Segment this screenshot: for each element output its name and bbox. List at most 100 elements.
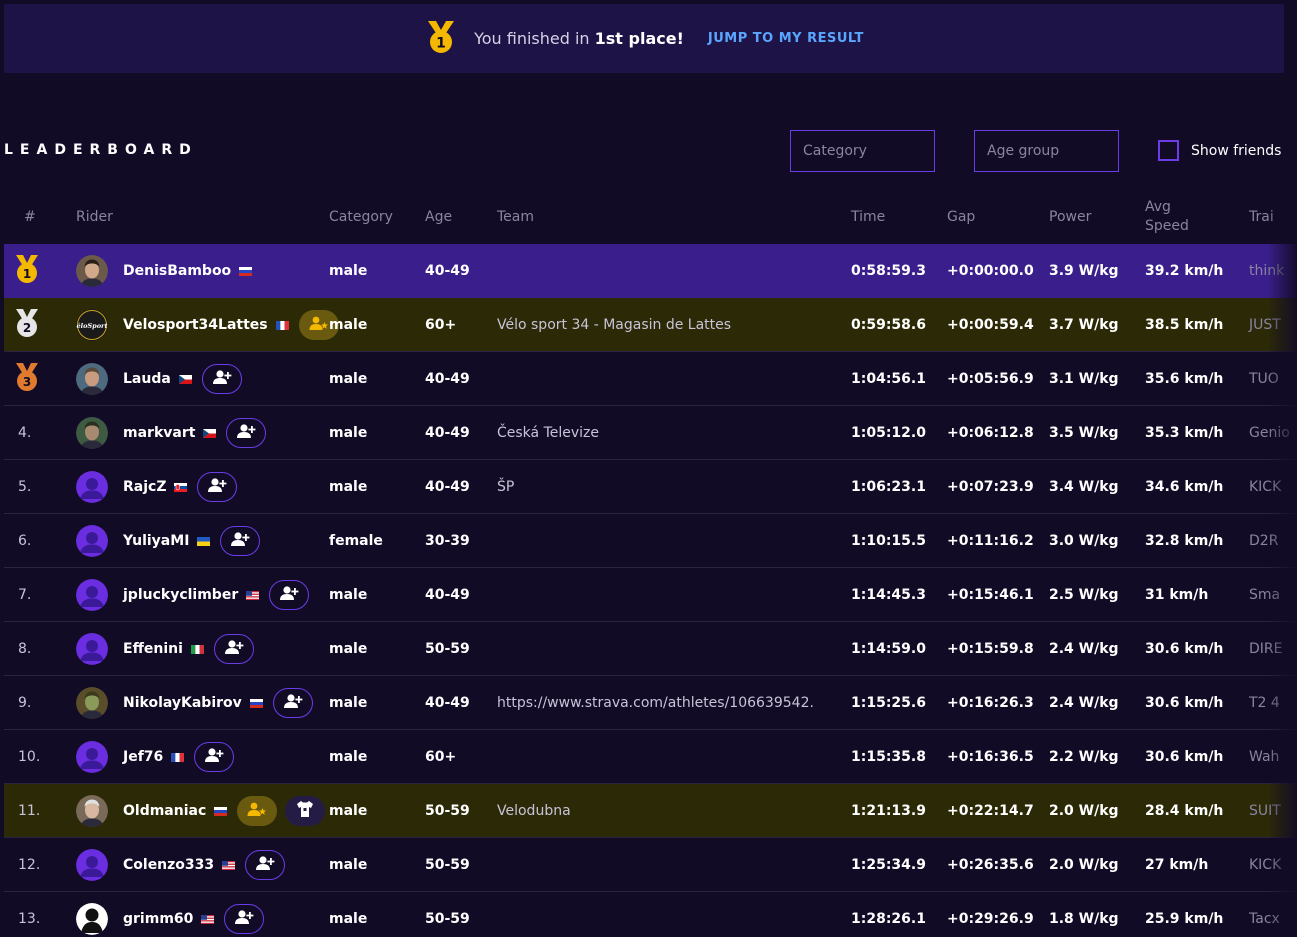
trainer-cell: DIRE xyxy=(1249,641,1283,657)
avatar[interactable] xyxy=(76,687,108,719)
add-user-icon xyxy=(236,423,256,443)
rank-cell: 10. xyxy=(4,730,40,784)
table-row[interactable]: 10. Jef76 male 60+ 1:15:35.8 +0:16:36.5 … xyxy=(4,730,1297,784)
rider-name[interactable]: Lauda xyxy=(123,371,171,387)
table-row[interactable]: 8. Effenini male 50-59 1:14:59.0 +0:15:5… xyxy=(4,622,1297,676)
rider-name[interactable]: Velosport34Lattes xyxy=(123,317,268,333)
rider-name[interactable]: grimm60 xyxy=(123,911,193,927)
time-cell: 1:15:25.6 xyxy=(851,695,926,711)
avatar[interactable] xyxy=(76,741,108,773)
table-row[interactable]: 11. Oldmaniac male 50-59 Velodubna 1:21:… xyxy=(4,784,1297,838)
speed-cell: 35.6 km/h xyxy=(1145,371,1224,387)
category-cell: male xyxy=(329,803,368,819)
avatar[interactable] xyxy=(76,903,108,935)
premium-member-badge[interactable] xyxy=(237,796,278,826)
rider-cell: DenisBamboo xyxy=(123,244,253,298)
time-cell: 1:14:59.0 xyxy=(851,641,926,657)
rider-name[interactable]: jpluckyclimber xyxy=(123,587,238,603)
add-friend-button[interactable] xyxy=(272,688,313,718)
rank-cell: 6. xyxy=(4,514,31,568)
rider-cell: Velosport34Lattes xyxy=(123,298,339,352)
add-user-icon xyxy=(255,855,275,875)
speed-cell: 30.6 km/h xyxy=(1145,695,1224,711)
col-speed-header[interactable]: Avg Speed xyxy=(1145,190,1189,244)
jump-to-result-link[interactable]: JUMP TO MY RESULT xyxy=(708,31,864,46)
col-rider-header[interactable]: Rider xyxy=(76,190,113,244)
table-row[interactable]: 12. Colenzo333 male 50-59 1:25:34.9 +0:2… xyxy=(4,838,1297,892)
rider-name[interactable]: NikolayKabirov xyxy=(123,695,242,711)
avatar[interactable] xyxy=(76,363,108,395)
table-row[interactable]: 13. grimm60 male 50-59 1:28:26.1 +0:29:2… xyxy=(4,892,1297,937)
add-friend-button[interactable] xyxy=(213,634,254,664)
add-friend-button[interactable] xyxy=(224,904,265,934)
avatar[interactable] xyxy=(76,795,108,827)
avatar[interactable] xyxy=(76,471,108,503)
jersey-badge[interactable] xyxy=(285,796,326,826)
table-row[interactable]: 9. NikolayKabirov male 40-49 https://www… xyxy=(4,676,1297,730)
table-row[interactable]: 4. markvart male 40-49 Česká Televize 1:… xyxy=(4,406,1297,460)
col-pos-header: # xyxy=(24,208,36,225)
rider-name[interactable]: YuliyaMI xyxy=(123,533,189,549)
add-friend-button[interactable] xyxy=(226,418,267,448)
rider-name[interactable]: Oldmaniac xyxy=(123,803,206,819)
avatar[interactable] xyxy=(76,849,108,881)
rider-name[interactable]: RajcZ xyxy=(123,479,166,495)
add-friend-button[interactable] xyxy=(201,364,242,394)
add-friend-button[interactable] xyxy=(269,580,310,610)
col-power-header[interactable]: Power xyxy=(1049,190,1091,244)
finish-place: 1st place! xyxy=(594,29,684,48)
table-row[interactable]: 1 DenisBamboo male 40-49 0:58:59.3 +0:00… xyxy=(4,244,1297,298)
table-row[interactable]: 6. YuliyaMI female 30-39 1:10:15.5 +0:11… xyxy=(4,514,1297,568)
power-cell: 3.1 W/kg xyxy=(1049,371,1119,387)
add-friend-button[interactable] xyxy=(220,526,261,556)
flag-icon xyxy=(183,641,204,657)
jersey-icon xyxy=(295,800,315,822)
table-row[interactable]: 3 Lauda male 40-49 1:04:56.1 +0:05:56.9 … xyxy=(4,352,1297,406)
speed-cell: 30.6 km/h xyxy=(1145,641,1224,657)
category-cell: male xyxy=(329,263,368,279)
rider-name[interactable]: Jef76 xyxy=(123,749,163,765)
col-trainer-header[interactable]: Trai xyxy=(1249,190,1274,244)
avatar[interactable] xyxy=(76,525,108,557)
table-row[interactable]: 7. jpluckyclimber male 40-49 1:14:45.3 +… xyxy=(4,568,1297,622)
power-cell: 3.4 W/kg xyxy=(1049,479,1119,495)
avatar[interactable] xyxy=(76,579,108,611)
avatar[interactable] xyxy=(76,417,108,449)
speed-cell: 31 km/h xyxy=(1145,587,1209,603)
age-group-filter-input[interactable] xyxy=(974,130,1119,172)
power-cell: 2.4 W/kg xyxy=(1049,695,1119,711)
add-friend-button[interactable] xyxy=(245,850,286,880)
col-age-header[interactable]: Age xyxy=(425,190,452,244)
avatar[interactable]: éloSport xyxy=(76,309,108,341)
rider-cell: Colenzo333 xyxy=(123,838,286,892)
table-row[interactable]: 2 éloSport Velosport34Lattes male 60+ Vé… xyxy=(4,298,1297,352)
age-cell: 40-49 xyxy=(425,695,470,711)
table-row[interactable]: 5. RajcZ male 40-49 ŠP 1:06:23.1 +0:07:2… xyxy=(4,460,1297,514)
svg-text:1: 1 xyxy=(436,35,446,51)
rider-name[interactable]: Colenzo333 xyxy=(123,857,214,873)
avatar[interactable] xyxy=(76,633,108,665)
category-filter-input[interactable] xyxy=(790,130,935,172)
time-cell: 0:58:59.3 xyxy=(851,263,926,279)
col-category-header[interactable]: Category xyxy=(329,190,393,244)
avatar[interactable] xyxy=(76,255,108,287)
trainer-cell: KICK xyxy=(1249,479,1282,495)
rider-cell: NikolayKabirov xyxy=(123,676,313,730)
team-cell: https://www.strava.com/athletes/10663954… xyxy=(497,695,814,711)
finish-message: You finished in 1st place! xyxy=(474,29,684,48)
add-friend-button[interactable] xyxy=(194,742,235,772)
add-friend-button[interactable] xyxy=(197,472,238,502)
col-team-header[interactable]: Team xyxy=(497,190,534,244)
rider-name[interactable]: DenisBamboo xyxy=(123,263,231,279)
col-time-header[interactable]: Time xyxy=(851,190,885,244)
col-gap-header[interactable]: Gap xyxy=(947,190,975,244)
time-cell: 1:21:13.9 xyxy=(851,803,926,819)
rider-cell: jpluckyclimber xyxy=(123,568,310,622)
show-friends-toggle[interactable]: Show friends xyxy=(1158,140,1281,161)
category-cell: male xyxy=(329,641,368,657)
rider-name[interactable]: markvart xyxy=(123,425,195,441)
rider-name[interactable]: Effenini xyxy=(123,641,183,657)
show-friends-checkbox[interactable] xyxy=(1158,140,1179,161)
flag-icon xyxy=(231,263,253,279)
flag-icon xyxy=(163,749,185,765)
